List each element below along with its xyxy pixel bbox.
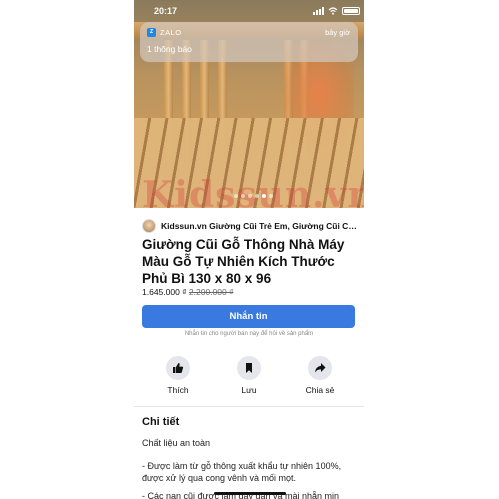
share-label: Chia sẻ (305, 385, 335, 395)
carousel-dot[interactable] (241, 194, 245, 198)
phone-screen: Kidssun.vn 20:17 Z ZALO bây giờ 1 thông … (134, 0, 364, 499)
divider (134, 406, 364, 407)
bookmark-icon (237, 356, 261, 380)
details-heading: Chi tiết (142, 416, 180, 428)
seller-row[interactable]: Kidssun.vn Giường Cũi Trẻ Em, Giường Cũi… (142, 218, 362, 234)
status-icons (313, 7, 360, 15)
action-bar: Thích Lưu Chia sẻ (134, 356, 364, 400)
thumbs-up-icon (166, 356, 190, 380)
notification-app-name: ZALO (160, 28, 182, 37)
product-title: Giường Cũi Gỗ Thông Nhà Máy Màu Gỗ Tự Nh… (142, 237, 345, 286)
seller-name[interactable]: Kidssun.vn Giường Cũi Trẻ Em, Giường Cũi… (161, 221, 359, 231)
current-price: 1.645.000 ₫ (142, 287, 187, 297)
carousel-dot[interactable] (248, 194, 252, 198)
notification-time: bây giờ (325, 28, 350, 37)
home-indicator[interactable] (214, 492, 286, 495)
carousel-dot[interactable] (234, 194, 238, 198)
carousel-dot[interactable] (255, 194, 259, 198)
watermark: Kidssun.vn (142, 174, 364, 208)
message-button[interactable]: Nhắn tin (142, 305, 355, 328)
avatar[interactable] (142, 219, 156, 233)
clock: 20:17 (154, 6, 178, 16)
wifi-icon (328, 7, 338, 15)
carousel-dots[interactable] (234, 194, 273, 198)
like-label: Thích (167, 385, 189, 395)
share-icon (308, 356, 332, 380)
save-label: Lưu (241, 385, 257, 395)
message-hint: Nhắn tin cho người bán này để hỏi về sản… (184, 331, 314, 337)
details-line: Chất liệu an toàn (142, 438, 211, 448)
notification-message: 1 thông báo (147, 44, 192, 54)
zalo-app-icon: Z (147, 28, 156, 37)
original-price: 2.200.000 ₫ (188, 287, 234, 297)
carousel-dot-active[interactable] (262, 194, 266, 198)
carousel-dot[interactable] (269, 194, 273, 198)
battery-icon (342, 7, 360, 15)
signal-icon (313, 7, 324, 15)
save-button[interactable]: Lưu (219, 356, 279, 395)
price-row: 1.645.000 ₫ 2.200.000 ₫ (142, 287, 233, 297)
notification-banner[interactable]: Z ZALO bây giờ 1 thông báo (140, 22, 358, 62)
share-button[interactable]: Chia sẻ (290, 356, 350, 395)
status-bar: 20:17 (134, 6, 364, 20)
like-button[interactable]: Thích (148, 356, 208, 395)
details-line: - Được làm từ gỗ thông xuất khẩu tự nhiê… (142, 461, 342, 483)
